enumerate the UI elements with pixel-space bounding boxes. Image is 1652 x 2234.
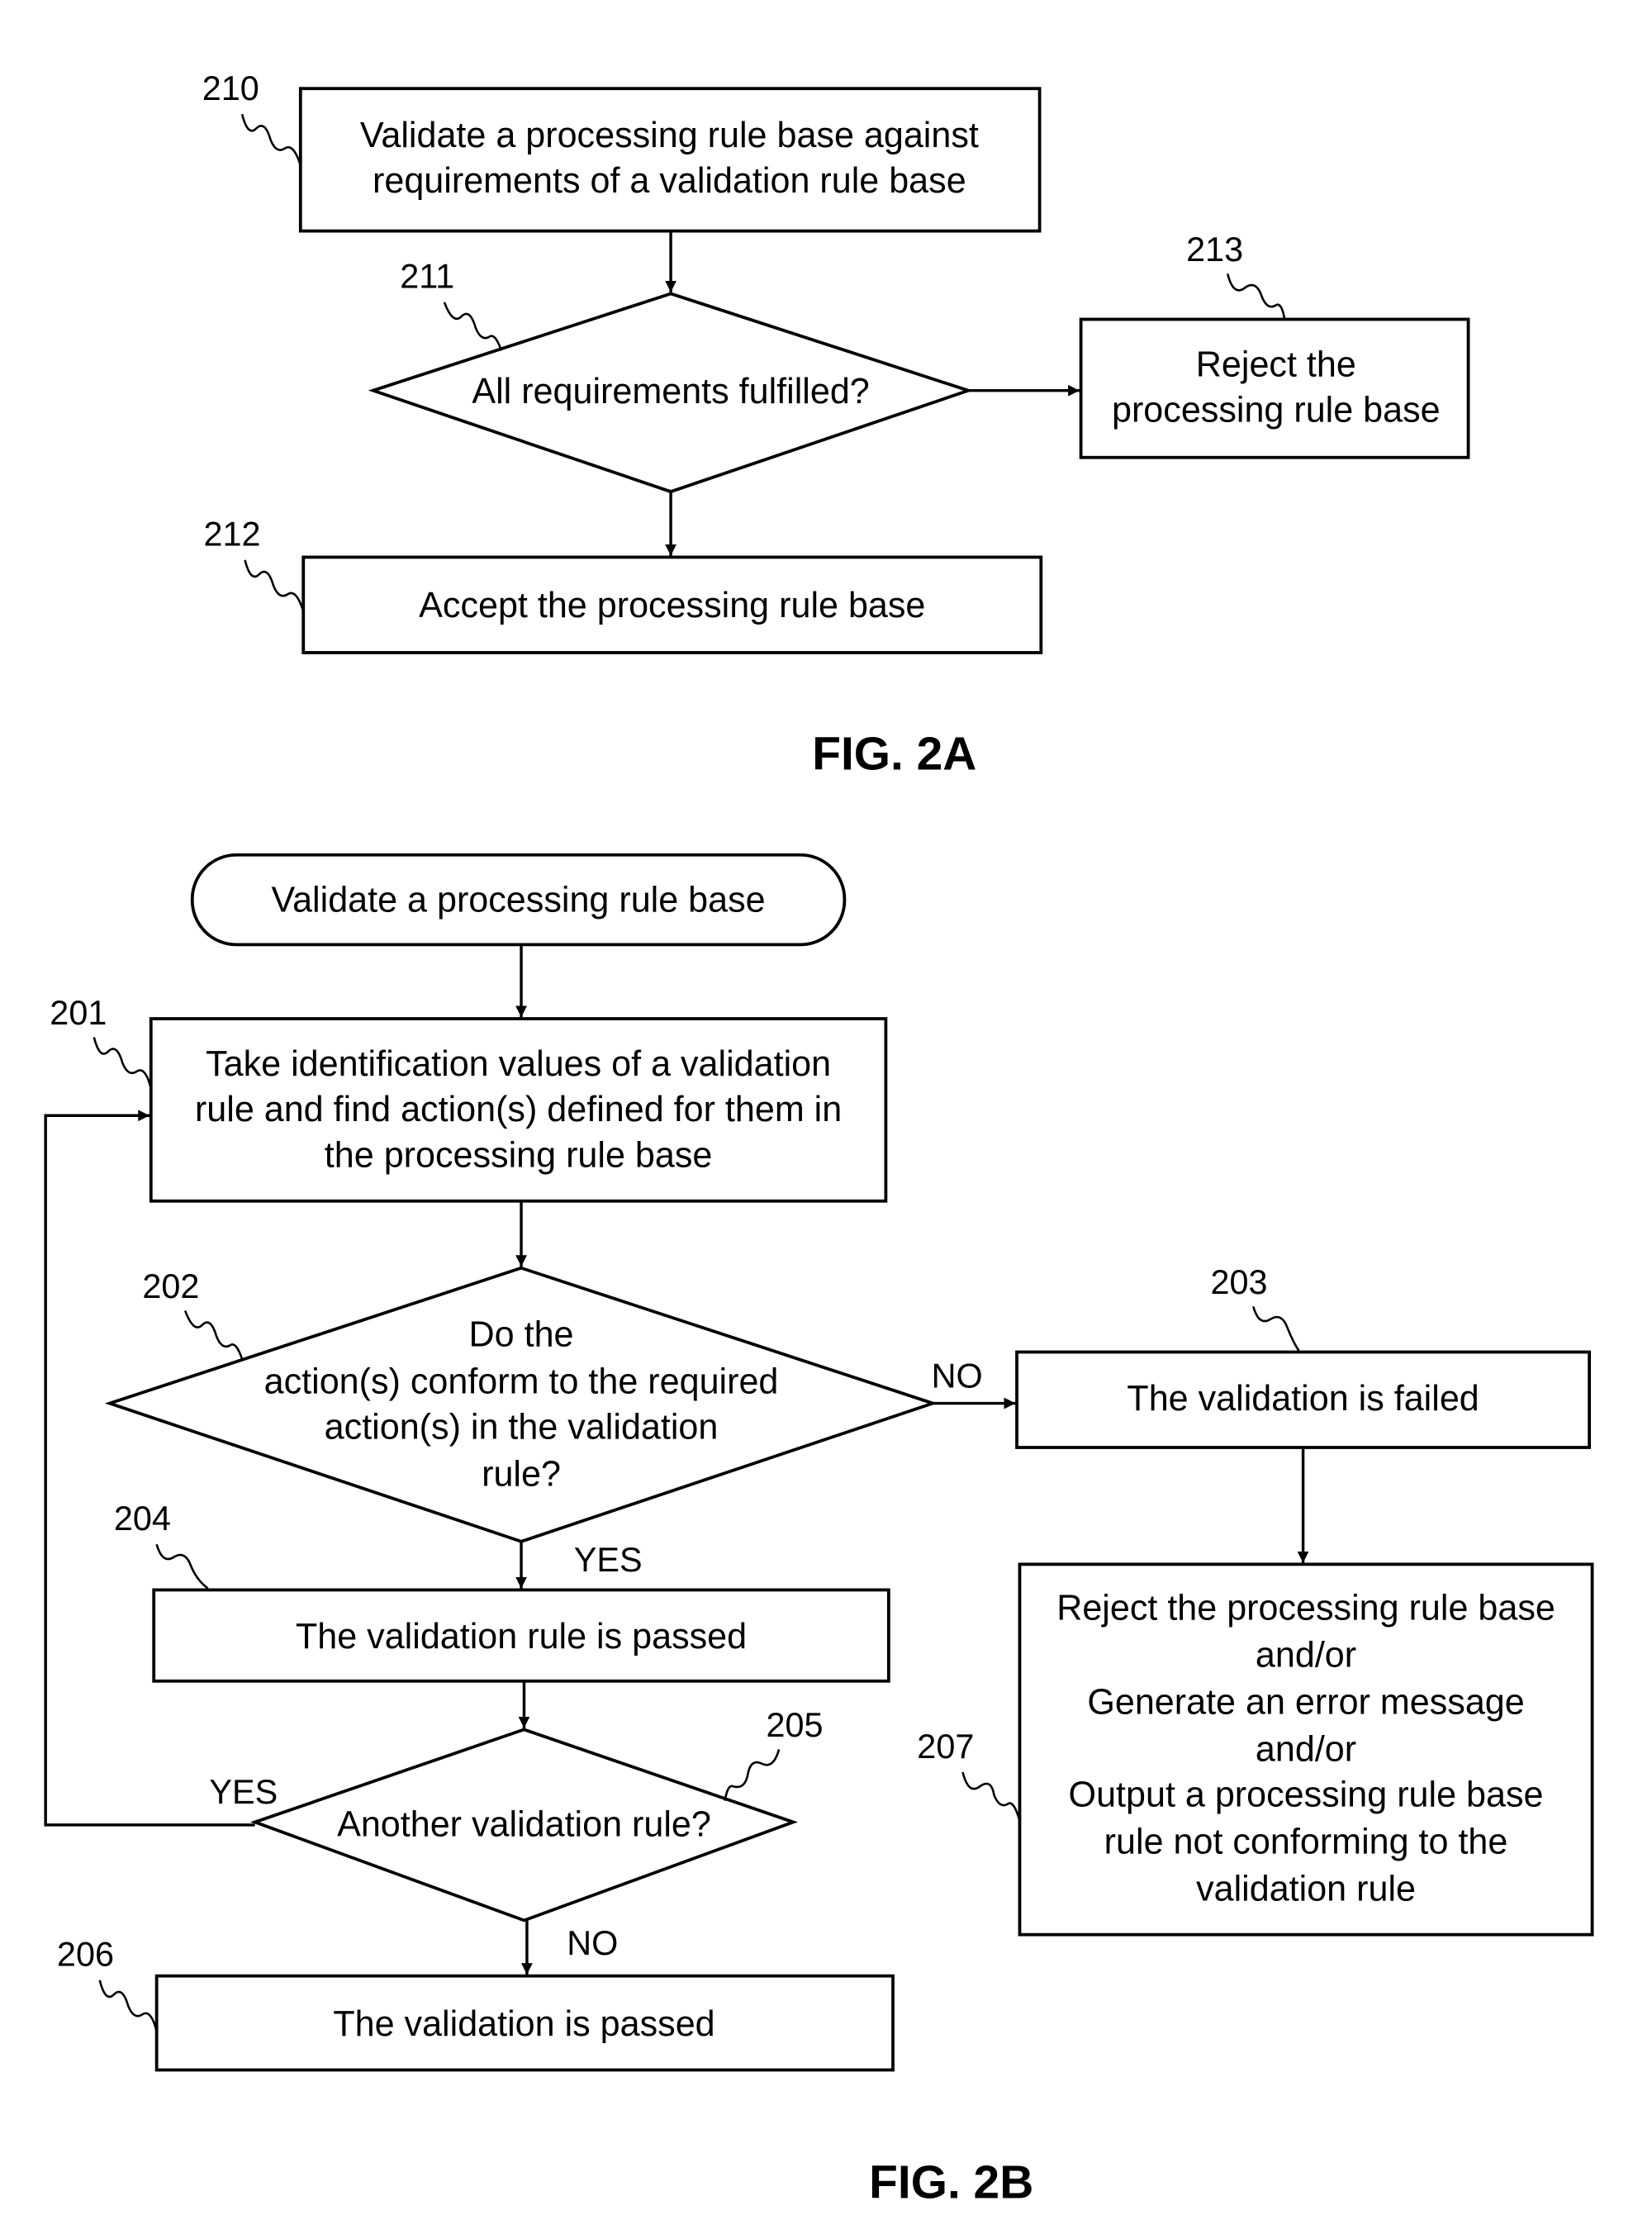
step-201-ref: 201 (50, 994, 107, 1032)
step-201: Take identification values of a validati… (50, 994, 888, 1203)
step-211-ref: 211 (400, 258, 454, 296)
step-213: Reject the processing rule base 213 (1079, 231, 1470, 459)
step-205-line-1: Another validation rule? (337, 1805, 711, 1845)
step-206: The validation is passed 206 (57, 1936, 895, 2072)
fig-2b: Validate a processing rule base Take ide… (44, 853, 1594, 2209)
step-213-line-2: processing rule base (1112, 391, 1441, 430)
step-202-line-4: rule? (482, 1455, 561, 1495)
step-202-ref: 202 (142, 1267, 199, 1305)
step-205-leader (724, 1749, 781, 1801)
step-202: Do the action(s) conform to the required… (104, 1266, 938, 1543)
step-210-leader (240, 113, 302, 166)
step-202-leader (183, 1310, 244, 1360)
step-213-ref: 213 (1186, 231, 1243, 269)
arrow-205-yes-loop (44, 1110, 255, 1827)
step-202-line-1: Do the (469, 1315, 574, 1355)
step-210-box (298, 87, 1042, 233)
step-211-line-1: All requirements fulfilled? (472, 372, 869, 411)
fig-2b-caption: FIG. 2B (869, 2156, 1033, 2209)
step-210-line-2: requirements of a validation rule base (373, 161, 966, 201)
start-terminator-text: Validate a processing rule base (272, 881, 766, 920)
step-211: All requirements fulfilled? 211 (368, 258, 974, 494)
step-213-box (1079, 317, 1470, 459)
step-203-line-1: The validation is failed (1127, 1379, 1479, 1419)
step-211-leader (443, 302, 503, 351)
step-205: Another validation rule? 205 (249, 1706, 824, 1923)
step-204-ref: 204 (114, 1500, 171, 1538)
fig-2a: Validate a processing rule base against … (202, 69, 1470, 780)
step-207-line-1: Reject the processing rule base (1056, 1589, 1555, 1628)
step-202-diamond (104, 1266, 938, 1543)
step-207-line-4: and/or (1256, 1729, 1356, 1769)
step-205-ref: 205 (767, 1706, 824, 1744)
start-terminator: Validate a processing rule base (190, 853, 847, 947)
yes-label-205: YES (209, 1773, 278, 1811)
step-202-line-2: action(s) conform to the required (264, 1362, 779, 1401)
step-212: Accept the processing rule base 212 (204, 516, 1043, 654)
step-207-line-6: rule not conforming to the (1104, 1822, 1508, 1861)
step-203: The validation is failed 203 (1015, 1263, 1592, 1449)
patent-figure: Validate a processing rule base against … (44, 69, 1594, 2209)
fig-2a-caption: FIG. 2A (812, 727, 976, 780)
step-210: Validate a processing rule base against … (202, 69, 1042, 233)
step-203-leader (1251, 1305, 1300, 1352)
step-207: Reject the processing rule base and/or G… (917, 1562, 1594, 1937)
step-204-line-1: The validation rule is passed (296, 1617, 747, 1656)
step-213-line-1: Reject the (1196, 345, 1356, 384)
step-207-ref: 207 (917, 1728, 974, 1766)
step-212-line-1: Accept the processing rule base (419, 586, 925, 625)
step-203-ref: 203 (1210, 1263, 1267, 1301)
no-label-205: NO (567, 1924, 618, 1962)
step-207-line-2: and/or (1256, 1636, 1356, 1676)
step-212-ref: 212 (204, 516, 261, 554)
step-207-line-5: Output a processing rule base (1069, 1775, 1544, 1814)
step-213-leader (1226, 273, 1286, 320)
step-202-line-3: action(s) in the validation (325, 1408, 719, 1447)
step-207-line-7: validation rule (1196, 1869, 1416, 1908)
step-206-line-1: The validation is passed (333, 2004, 714, 2044)
step-201-line-3: the processing rule base (325, 1135, 713, 1175)
step-210-ref: 210 (202, 69, 259, 107)
step-206-leader (98, 1980, 158, 2032)
no-label-202: NO (932, 1357, 983, 1395)
step-207-line-3: Generate an error message (1087, 1682, 1524, 1722)
step-212-leader (244, 559, 305, 612)
step-204-leader (155, 1543, 209, 1590)
step-207-leader (961, 1771, 1021, 1822)
step-201-leader (93, 1037, 153, 1089)
step-201-line-1: Take identification values of a validati… (206, 1044, 831, 1084)
step-201-line-2: rule and find action(s) defined for them… (195, 1090, 842, 1129)
step-206-ref: 206 (57, 1936, 114, 1974)
step-210-line-1: Validate a processing rule base against (360, 116, 979, 155)
yes-label-202: YES (574, 1541, 643, 1579)
